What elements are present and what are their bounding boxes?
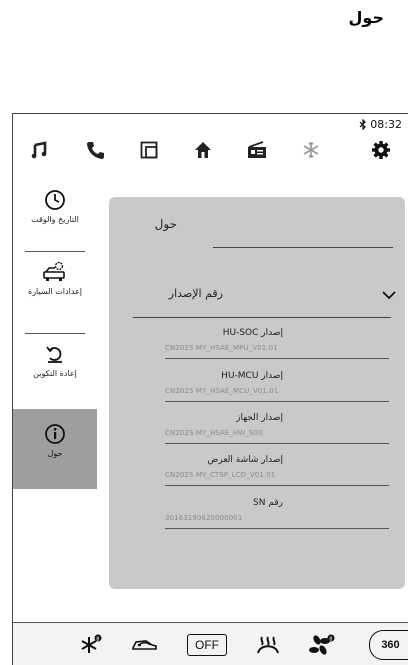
sidebar-item-date-time[interactable]: التاريخ والوقت xyxy=(13,189,97,257)
sidebar-divider xyxy=(25,251,85,252)
reset-icon xyxy=(13,343,97,365)
snowflake-icon[interactable] xyxy=(297,136,325,164)
windshield-defrost-icon[interactable] xyxy=(255,633,281,657)
apps-icon[interactable] xyxy=(135,136,163,164)
version-row-hu-soc: إصدار HU-SOC CN202S MY_HSAE_MPU_V01.01 xyxy=(165,328,393,370)
fan-speed-icon[interactable]: 8 xyxy=(309,633,335,657)
page-heading: حول xyxy=(348,8,384,27)
title-divider xyxy=(213,247,393,248)
off-button[interactable]: OFF xyxy=(187,633,227,657)
version-name: إصدار شاشة العرض xyxy=(207,455,283,465)
climate-bar: 8 OFF 8 360 xyxy=(13,622,408,665)
version-name: إصدار HU-MCU xyxy=(221,371,283,381)
home-icon[interactable] xyxy=(189,136,217,164)
defrost-fan-icon[interactable]: 8 xyxy=(79,633,103,657)
status-bar: 08:32 xyxy=(359,118,402,131)
chevron-down-icon xyxy=(381,285,397,304)
car-recirculation-icon[interactable] xyxy=(129,633,159,657)
settings-sidebar: التاريخ والوقت إعدادات السيارة إعادة الت… xyxy=(13,177,97,597)
svg-text:8: 8 xyxy=(96,636,99,642)
sidebar-item-label: حول xyxy=(47,449,63,458)
clock-time: 08:32 xyxy=(370,118,402,131)
version-row-serial-number: رقم SN 30163190820000001 xyxy=(165,498,393,540)
row-divider xyxy=(165,358,389,359)
gear-icon[interactable] xyxy=(367,136,395,164)
version-name: إصدار الجهاز xyxy=(236,413,283,423)
sidebar-item-label: التاريخ والوقت xyxy=(31,215,79,224)
section-divider xyxy=(133,317,391,318)
version-name: رقم SN xyxy=(253,498,283,508)
camera-360-label: 360 xyxy=(369,630,408,660)
version-name: إصدار HU-SOC xyxy=(222,328,283,338)
info-icon xyxy=(13,423,97,445)
phone-icon[interactable] xyxy=(81,136,109,164)
panel-title: حول xyxy=(154,217,177,231)
top-navigation xyxy=(13,136,408,176)
row-divider xyxy=(165,443,389,444)
sidebar-item-label: إعدادات السيارة xyxy=(28,287,82,296)
radio-icon[interactable] xyxy=(243,136,271,164)
car-settings-icon xyxy=(13,261,97,283)
clock-icon xyxy=(13,189,97,211)
head-unit-screen: 08:32 التاريخ والوقت إعدادات السيارة إعا… xyxy=(12,113,408,665)
bluetooth-icon xyxy=(359,119,367,130)
version-row-hardware: إصدار الجهاز CN202S MY_HSAE_HW_S00 xyxy=(165,413,393,455)
sidebar-item-label: إعادة التكوين xyxy=(33,369,77,378)
version-row-display: إصدار شاشة العرض CN202S MY_CTSP_LCD_V01.… xyxy=(165,455,393,497)
svg-text:8: 8 xyxy=(329,636,332,642)
sidebar-item-about[interactable]: حول xyxy=(13,409,97,489)
version-value: 30163190820000001 xyxy=(165,514,243,522)
row-divider xyxy=(165,485,389,486)
sidebar-item-car-settings[interactable]: إعدادات السيارة xyxy=(13,261,97,329)
version-row-hu-mcu: إصدار HU-MCU CN202S MY_HSAE_MCU_V01.01 xyxy=(165,371,393,413)
version-value: CN202S MY_CTSP_LCD_V01.01 xyxy=(165,471,276,479)
version-value: CN202S MY_HSAE_HW_S00 xyxy=(165,429,263,437)
version-number-header[interactable]: رقم الإصدار xyxy=(133,279,396,307)
version-number-label: رقم الإصدار xyxy=(168,287,223,300)
version-value: CN202S MY_HSAE_MPU_V01.01 xyxy=(165,344,278,352)
about-panel: حول رقم الإصدار إصدار HU-SOC CN202S MY_H… xyxy=(109,197,405,589)
sidebar-divider xyxy=(25,333,85,334)
music-icon[interactable] xyxy=(25,136,53,164)
row-divider xyxy=(165,528,389,529)
version-value: CN202S MY_HSAE_MCU_V01.01 xyxy=(165,387,279,395)
camera-360-button[interactable]: 360 xyxy=(369,629,408,661)
row-divider xyxy=(165,401,389,402)
sidebar-item-reset[interactable]: إعادة التكوين xyxy=(13,343,97,411)
off-button-label: OFF xyxy=(187,634,227,656)
